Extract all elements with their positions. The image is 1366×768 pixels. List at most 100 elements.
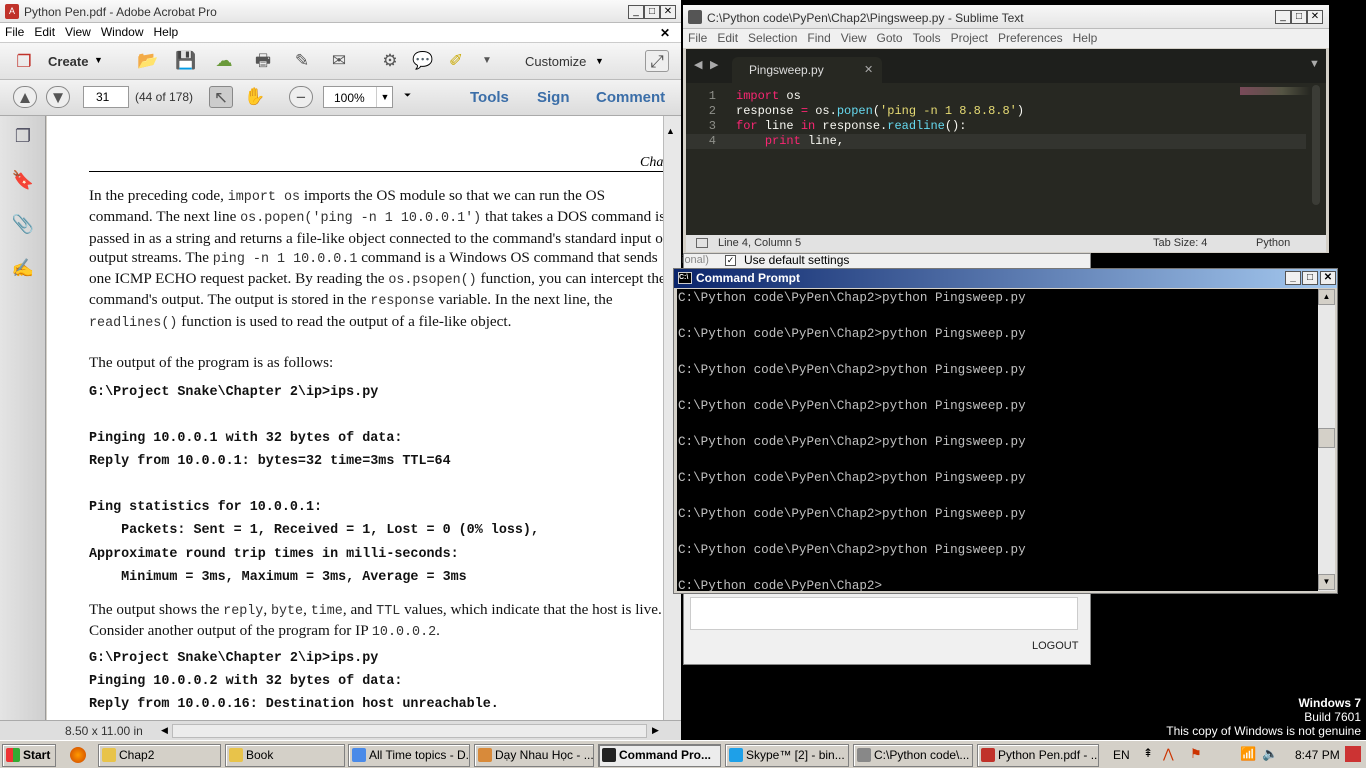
gear-icon[interactable]: ⚙ xyxy=(378,50,402,72)
scroll-down-icon[interactable]: ▼ xyxy=(1318,574,1335,590)
tray-volume-icon[interactable]: 🔈 xyxy=(1262,746,1278,762)
scroll-up-icon[interactable]: ▲ xyxy=(666,126,675,136)
tray-security-icon[interactable]: ⚑ xyxy=(1190,746,1202,762)
menu-view[interactable]: View xyxy=(836,29,872,47)
menu-selection[interactable]: Selection xyxy=(743,29,802,47)
scroll-up-icon[interactable]: ▲ xyxy=(1318,289,1335,305)
comment-bubble-icon[interactable]: 💬 xyxy=(411,50,435,72)
taskbar-button[interactable]: Skype™ [2] - bin... xyxy=(725,744,849,767)
signatures-icon[interactable]: ✍ xyxy=(11,256,35,280)
menu-help[interactable]: Help xyxy=(1068,29,1103,47)
close-button[interactable]: ✕ xyxy=(1307,10,1323,24)
document-page[interactable]: Cha In the preceding code, import os imp… xyxy=(47,116,663,721)
taskbar-button[interactable]: Dạy Nhau Học - ... xyxy=(474,744,594,767)
attachments-icon[interactable]: 📎 xyxy=(11,212,35,236)
panel-toggle-icon[interactable] xyxy=(696,238,708,248)
hscroll-right-icon[interactable]: ▶ xyxy=(652,725,659,736)
menu-file[interactable]: File xyxy=(0,23,29,41)
tab-close-icon[interactable]: ✕ xyxy=(864,63,873,76)
tray-app-icon[interactable]: ⋀ xyxy=(1163,746,1174,762)
more-tools-icon[interactable]: ⏷ xyxy=(404,90,411,101)
taskbar-button[interactable]: Python Pen.pdf - ... xyxy=(977,744,1099,767)
menu-edit[interactable]: Edit xyxy=(29,23,60,41)
maximize-button[interactable]: □ xyxy=(644,5,660,19)
default-settings-checkbox[interactable]: ✓ xyxy=(725,255,736,266)
create-button[interactable]: ❐ Create ▼ xyxy=(8,49,108,75)
next-page-icon[interactable]: ▼ xyxy=(46,86,70,108)
windows-watermark: Windows 7 Build 7601 This copy of Window… xyxy=(1166,696,1361,738)
show-hidden-icons[interactable]: ⇞ xyxy=(1143,746,1153,760)
tab-pingsweep[interactable]: Pingsweep.py ✕ xyxy=(732,57,882,83)
tab-nav-right-icon[interactable]: ▶ xyxy=(710,58,718,71)
tab-dropdown-icon[interactable]: ▼ xyxy=(1309,58,1320,70)
edit-document-icon[interactable]: ✎ xyxy=(290,50,314,72)
customize-button[interactable]: Customize xyxy=(525,54,586,69)
sign-link[interactable]: Sign xyxy=(537,89,570,106)
console-line: C:\Python code\PyPen\Chap2> xyxy=(678,579,883,591)
minimize-button[interactable]: _ xyxy=(1285,271,1301,285)
hscroll-left-icon[interactable]: ◀ xyxy=(161,725,168,736)
acrobat-titlebar[interactable]: A Python Pen.pdf - Adobe Acrobat Pro _ □… xyxy=(0,0,681,23)
expand-icon[interactable]: ⤢ xyxy=(645,50,669,72)
scroll-thumb[interactable] xyxy=(1318,428,1335,448)
minimize-button[interactable]: _ xyxy=(1275,10,1291,24)
zoom-select[interactable]: 100% ▼ xyxy=(323,86,393,108)
upload-icon[interactable]: ☁ xyxy=(212,50,236,72)
sublime-titlebar[interactable]: C:\Python code\PyPen\Chap2\Pingsweep.py … xyxy=(683,5,1329,29)
language-indicator[interactable]: EN xyxy=(1113,748,1130,762)
syntax-mode[interactable]: Python xyxy=(1256,237,1290,249)
hand-tool-icon[interactable]: ✋ xyxy=(243,86,267,108)
tools-link[interactable]: Tools xyxy=(470,89,509,106)
maximize-button[interactable]: □ xyxy=(1302,271,1318,285)
close-button[interactable]: ✕ xyxy=(1320,271,1336,285)
bookmarks-icon[interactable]: 🔖 xyxy=(11,168,35,192)
start-button[interactable]: Start xyxy=(2,744,56,767)
page-thumbnails-icon[interactable]: ❐ xyxy=(11,124,35,148)
firefox-icon[interactable] xyxy=(70,747,86,763)
menu-window[interactable]: Window xyxy=(96,23,149,41)
menu-file[interactable]: File xyxy=(683,29,712,47)
tab-nav-left-icon[interactable]: ◀ xyxy=(694,58,702,71)
taskbar-button[interactable]: All Time topics - D... xyxy=(348,744,470,767)
console-output[interactable]: C:\Python code\PyPen\Chap2>python Pingsw… xyxy=(677,289,1318,591)
show-desktop-icon[interactable] xyxy=(1345,746,1361,762)
email-icon[interactable]: ✉ xyxy=(327,50,351,72)
highlight-icon[interactable]: ✐ xyxy=(444,50,468,72)
minimize-button[interactable]: _ xyxy=(628,5,644,19)
tray-network-icon[interactable]: 📶 xyxy=(1240,746,1256,762)
comment-link[interactable]: Comment xyxy=(596,89,665,106)
editor-scrollbar[interactable] xyxy=(1312,85,1320,205)
zoom-out-icon[interactable]: − xyxy=(289,86,313,108)
previous-page-icon[interactable]: ▲ xyxy=(13,86,37,108)
horizontal-scrollbar[interactable] xyxy=(172,724,647,738)
print-icon[interactable]: 🖶 xyxy=(251,50,275,72)
menu-project[interactable]: Project xyxy=(946,29,993,47)
page-number-input[interactable] xyxy=(83,86,129,108)
code-editor[interactable]: 1 import os 2 response = os.popen('ping -n … xyxy=(686,83,1326,235)
vertical-scrollbar[interactable]: ▲ ▼ xyxy=(1318,289,1335,591)
select-tool-icon[interactable]: ↖ xyxy=(209,86,233,108)
logout-button[interactable]: LOGOUT xyxy=(1032,640,1078,652)
taskbar-button[interactable]: Chap2 xyxy=(98,744,221,767)
menu-goto[interactable]: Goto xyxy=(872,29,908,47)
taskbar-button[interactable]: C:\Python code\... xyxy=(853,744,973,767)
menu-preferences[interactable]: Preferences xyxy=(993,29,1068,47)
maximize-button[interactable]: □ xyxy=(1291,10,1307,24)
menu-edit[interactable]: Edit xyxy=(712,29,743,47)
close-button[interactable]: ✕ xyxy=(660,5,676,19)
open-folder-icon[interactable]: 📂 xyxy=(136,50,160,72)
menu-view[interactable]: View xyxy=(60,23,96,41)
menu-find[interactable]: Find xyxy=(802,29,835,47)
tab-size[interactable]: Tab Size: 4 xyxy=(1153,237,1207,249)
customize-chevron-icon[interactable]: ▼ xyxy=(595,56,604,66)
menu-help[interactable]: Help xyxy=(149,23,184,41)
menu-tools[interactable]: Tools xyxy=(908,29,946,47)
close-document-icon[interactable]: ✕ xyxy=(655,24,675,42)
taskbar-button[interactable]: Book xyxy=(225,744,345,767)
taskbar-button[interactable]: Command Pro... xyxy=(598,744,721,767)
cmd-titlebar[interactable]: C:\ Command Prompt _ □ ✕ xyxy=(674,269,1337,288)
clock[interactable]: 8:47 PM xyxy=(1295,748,1340,762)
toolbar-dropdown-icon[interactable]: ▼ xyxy=(475,50,499,72)
code-line: G:\Project Snake\Chapter 2\ip>ips.py xyxy=(89,651,379,666)
save-icon[interactable]: 💾 xyxy=(174,50,198,72)
